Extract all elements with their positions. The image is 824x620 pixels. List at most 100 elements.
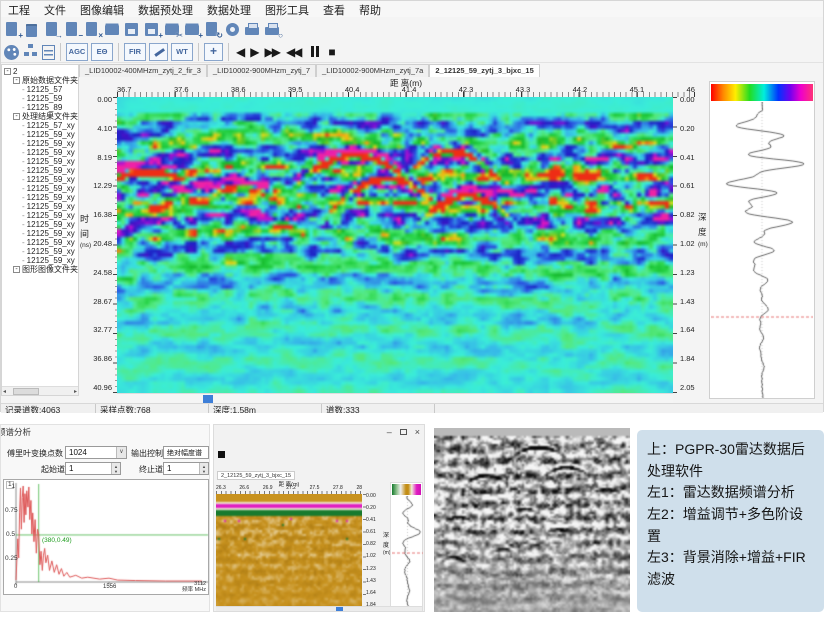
axis-tick-label: 1.64 <box>680 326 695 334</box>
print-icon[interactable] <box>244 21 261 38</box>
tree-expand-icon[interactable]: - <box>13 266 20 273</box>
scroll-right-arrow[interactable]: ▸ <box>73 388 78 395</box>
axis-tick-label: 1.43 <box>680 298 695 306</box>
paste-icon[interactable] <box>24 21 41 38</box>
start-trace-input[interactable]: 1 ▲▼ <box>65 462 121 475</box>
tree-item[interactable]: -图形图像文件夹 <box>2 265 78 274</box>
output-mode-select[interactable]: 绝对幅度谱 <box>163 446 209 459</box>
radar-bscan-image[interactable] <box>117 97 673 393</box>
spectrum-plot[interactable]: 1 1 0.75 0.5 0.25 0 1556 3112 频率 MHz (38… <box>3 479 209 595</box>
spinner-arrows-icon[interactable]: ▲▼ <box>111 463 120 474</box>
tree-item[interactable]: -12125_59_xy <box>2 193 78 202</box>
toolbar-row2: AGCEΘFIRWT+◀▶▶▶◀◀■ <box>1 41 823 63</box>
stop-button[interactable]: ■ <box>328 45 333 59</box>
cursor-readout: (380,0.49) <box>42 537 72 544</box>
tree-item[interactable]: -原始数据文件夹 <box>2 76 78 85</box>
play-button[interactable]: ▶ <box>250 45 257 59</box>
tree-item[interactable]: -处理结果文件夹 <box>2 112 78 121</box>
prev-button[interactable]: ◀ <box>236 45 243 59</box>
axis-tick-label: 24.58 <box>93 269 112 277</box>
scroll-thumb[interactable] <box>203 395 213 403</box>
tree-item-label: 12125_59_xy <box>27 193 75 202</box>
agc-button[interactable]: AGC <box>66 43 88 61</box>
delete-file-icon[interactable]: × <box>84 21 101 38</box>
tree-item-label: 12125_59_xy <box>27 157 75 166</box>
gain-tab[interactable]: 2_12125_59_zytj_3_bjxc_15 <box>217 471 295 480</box>
tree-item[interactable]: -12125_59_xy <box>2 148 78 157</box>
toolbar-row1: +→−×+✂+↻○ <box>1 17 823 41</box>
import-icon[interactable]: → <box>44 21 61 38</box>
tree-item[interactable]: -12125_59_xy <box>2 139 78 148</box>
tree-item[interactable]: -12125_59_xy <box>2 247 78 256</box>
brush-icon[interactable] <box>149 43 168 61</box>
tree-item[interactable]: -12125_59_xy <box>2 166 78 175</box>
rewind-button[interactable]: ◀◀ <box>286 45 300 59</box>
stop-icon[interactable] <box>218 451 225 458</box>
scroll-thumb[interactable] <box>336 607 343 612</box>
tree-item[interactable]: -12125_59_xy <box>2 157 78 166</box>
tree-item-label: 12125_57_xy <box>27 121 75 130</box>
tree-item[interactable]: -12125_59_xy <box>2 202 78 211</box>
tree-item[interactable]: -12125_59_xy <box>2 220 78 229</box>
list-icon[interactable] <box>42 45 55 60</box>
close-button[interactable]: × <box>415 427 420 437</box>
tab-2[interactable]: _LID10002-900MHzm_zytj_7a <box>316 64 429 77</box>
axis-tick-label: 1.23 <box>680 269 695 277</box>
fft-points-value: 1024 <box>69 448 87 457</box>
save-as-icon[interactable]: + <box>144 21 161 38</box>
new-file-icon[interactable]: + <box>4 21 21 38</box>
sitemap-icon[interactable] <box>22 43 39 60</box>
minimize-button[interactable]: – <box>387 427 392 437</box>
tree-item[interactable]: -12125_59_xy <box>2 256 78 265</box>
tab-0[interactable]: _LID10002-400MHzm_zytj_2_fir_3 <box>79 64 207 77</box>
scroll-thumb[interactable] <box>13 388 39 395</box>
tab-1[interactable]: _LID10002-900MHzm_zytj_7 <box>207 64 316 77</box>
tree-horizontal-scrollbar[interactable]: ◂ ▸ <box>2 386 78 395</box>
tree-item[interactable]: -12125_89 <box>2 103 78 112</box>
axis-tick-label: 40.96 <box>93 384 112 392</box>
tree-item-label: 12125_59_xy <box>27 139 75 148</box>
image-horizontal-scrollbar[interactable] <box>117 393 673 403</box>
spinner-arrows-icon[interactable]: ▲▼ <box>199 463 208 474</box>
fir-button[interactable]: FIR <box>124 43 146 61</box>
fit-icon[interactable]: + <box>204 43 223 61</box>
cut-icon[interactable]: ✂ <box>164 21 181 38</box>
axis-tick-label: 0.82 <box>366 542 381 547</box>
refresh-icon[interactable]: ↻ <box>204 21 221 38</box>
tree-item[interactable]: -12125_59_xy <box>2 238 78 247</box>
scroll-track[interactable] <box>7 388 73 395</box>
tree-expand-icon[interactable]: - <box>13 77 20 84</box>
gain-horizontal-scrollbar[interactable] <box>216 606 422 612</box>
tree-item[interactable]: -12125_57 <box>2 85 78 94</box>
tree-item[interactable]: -12125_59_xy <box>2 130 78 139</box>
toolbar-separator <box>60 43 61 61</box>
fft-points-select[interactable]: 1024 ∨ <box>65 446 127 459</box>
tree-item[interactable]: -12125_59_xy <box>2 229 78 238</box>
eq-button[interactable]: EΘ <box>91 43 113 61</box>
print-preview-icon[interactable]: ○ <box>264 21 281 38</box>
chevron-down-icon[interactable]: ∨ <box>116 447 126 458</box>
tree-item[interactable]: -2 <box>2 67 78 76</box>
tree-item-label: 12125_59_xy <box>27 256 75 265</box>
remove-file-icon[interactable]: − <box>64 21 81 38</box>
gain-radargram[interactable] <box>216 494 362 612</box>
add-folder-icon[interactable]: + <box>184 21 201 38</box>
axis-tick-label: 36.86 <box>93 355 112 363</box>
end-trace-input[interactable]: 1 ▲▼ <box>163 462 209 475</box>
folder-icon[interactable] <box>104 21 121 38</box>
tab-3[interactable]: 2_12125_59_zytj_3_bjxc_15 <box>429 64 539 77</box>
tree-item[interactable]: -12125_59_xy <box>2 211 78 220</box>
wt-button[interactable]: WT <box>171 43 193 61</box>
gear-icon[interactable] <box>224 21 241 38</box>
maximize-button[interactable] <box>400 429 407 435</box>
palette-icon[interactable] <box>4 45 19 60</box>
forward-button[interactable]: ▶▶ <box>264 45 278 59</box>
tree-item[interactable]: -12125_59 <box>2 94 78 103</box>
tree-item[interactable]: -12125_59_xy <box>2 175 78 184</box>
tree-expand-icon[interactable]: - <box>4 68 11 75</box>
tree-item[interactable]: -12125_57_xy <box>2 121 78 130</box>
tree-item[interactable]: -12125_59_xy <box>2 184 78 193</box>
save-icon[interactable] <box>124 21 141 38</box>
tree-expand-icon[interactable]: - <box>13 113 20 120</box>
pause-button[interactable] <box>307 46 321 57</box>
